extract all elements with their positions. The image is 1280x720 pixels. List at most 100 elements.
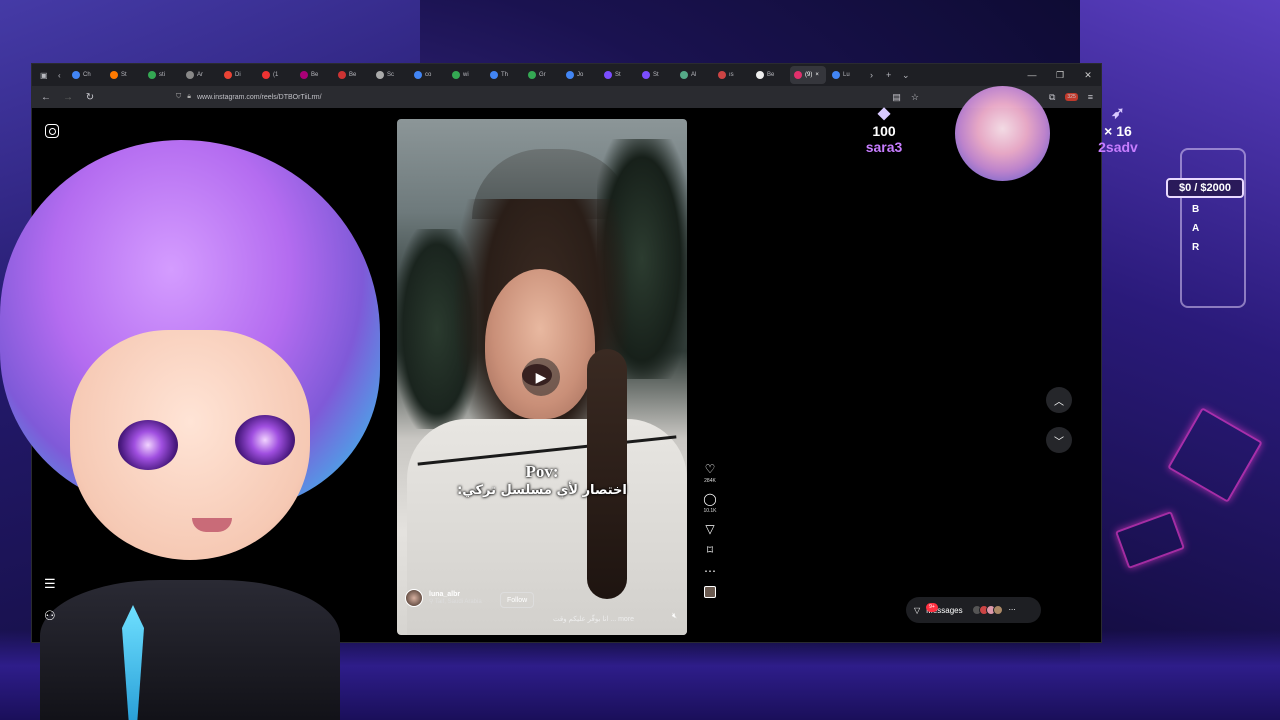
tab-label: Gr — [539, 72, 546, 78]
bookmark-icon[interactable]: ⌑ — [707, 544, 713, 556]
caption-text: اختصار لأي مسلسل تركي: — [457, 483, 627, 498]
tab-favicon-icon — [224, 71, 232, 79]
tab-favicon-icon — [832, 71, 840, 79]
donation-stat-right: ➶ × 16 2sadv — [1088, 103, 1148, 155]
save-action[interactable]: ⌑ — [707, 544, 713, 556]
next-reel-button[interactable]: ﹀ — [1046, 427, 1072, 453]
back-button[interactable]: ← — [40, 92, 52, 103]
messages-button[interactable]: ▽ 9+ Messages ⋯ — [906, 597, 1041, 623]
goal-frame — [1180, 148, 1246, 308]
forward-button[interactable]: → — [62, 92, 74, 103]
browser-tab[interactable]: Be — [296, 66, 332, 84]
reader-view-icon[interactable]: ▤ — [892, 92, 901, 103]
browser-tab[interactable]: St — [106, 66, 142, 84]
like-count: 284K — [704, 478, 716, 484]
reel-video[interactable]: ▶ Pov: اختصار لأي مسلسل تركي: luna_albr … — [397, 119, 687, 635]
play-icon: ▶ — [535, 368, 547, 385]
browser-tab[interactable]: co — [410, 66, 446, 84]
browser-tab[interactable]: (1 — [258, 66, 294, 84]
browser-tab[interactable]: sti — [144, 66, 180, 84]
url-field[interactable]: ⛉ 🔒︎ www.instagram.com/reels/DTBOrTiiLrm… — [176, 93, 322, 101]
author-name[interactable]: luna_albr — [429, 591, 482, 598]
browser-tab[interactable]: Ar — [182, 66, 218, 84]
play-button[interactable]: ▶ — [522, 358, 560, 396]
reload-button[interactable]: ↻ — [84, 92, 96, 103]
tab-favicon-icon — [338, 71, 346, 79]
minimize-button[interactable]: — — [1019, 70, 1045, 80]
tab-favicon-icon — [148, 71, 156, 79]
tab-favicon-icon — [604, 71, 612, 79]
vtuber-body — [40, 580, 340, 720]
vtuber-right-eye — [235, 415, 295, 465]
bookmark-star-icon[interactable]: ☆ — [911, 92, 919, 103]
bar-letter: B — [1192, 204, 1200, 215]
tab-overview-button[interactable]: ▣ — [36, 66, 52, 84]
browser-tab[interactable]: Jo — [562, 66, 598, 84]
tab-favicon-icon — [376, 71, 384, 79]
tab-scroll-right[interactable]: › — [866, 66, 880, 84]
browser-tab[interactable]: Be — [752, 66, 788, 84]
menu-icon[interactable]: ≡ — [1088, 92, 1093, 102]
new-tab-button[interactable]: + — [882, 66, 896, 84]
url-text: www.instagram.com/reels/DTBOrTiiLrm/ — [196, 93, 322, 101]
stat-name: 2sadv — [1098, 139, 1138, 155]
extension-badge[interactable]: 325 — [1065, 93, 1078, 101]
author-location: ⚲ Taif, Saudi Arabia — [429, 598, 482, 605]
author-avatar[interactable] — [405, 589, 423, 607]
location-pin-icon: ⚲ — [429, 599, 434, 605]
browser-tab[interactable]: Lu — [828, 66, 864, 84]
browser-tab[interactable]: Sc — [372, 66, 408, 84]
tab-label: ıs — [729, 72, 734, 78]
previous-reel-button[interactable]: ︿ — [1046, 387, 1072, 413]
comment-icon[interactable]: ◯ — [703, 493, 716, 505]
browser-tab[interactable]: Di — [220, 66, 256, 84]
share-action[interactable]: ▽ — [705, 523, 714, 535]
tab-favicon-icon — [490, 71, 498, 79]
maximize-button[interactable]: ❐ — [1047, 70, 1073, 81]
tab-label: Be — [349, 72, 357, 78]
audio-thumbnail[interactable] — [704, 586, 716, 598]
bar-letter: R — [1192, 242, 1200, 253]
instagram-icon[interactable] — [45, 124, 59, 138]
tab-label: St — [615, 72, 621, 78]
reel-description[interactable]: انا بوقّر عليكم وقت ... more — [553, 615, 634, 623]
browser-tab[interactable]: wi — [448, 66, 484, 84]
more-action[interactable]: ⋯ — [704, 565, 716, 577]
browser-tab[interactable]: St — [638, 66, 674, 84]
tab-label: Ar — [197, 72, 203, 78]
browser-tab[interactable]: Al — [676, 66, 712, 84]
follow-button[interactable]: Follow — [500, 592, 535, 608]
browser-tab[interactable]: Th — [486, 66, 522, 84]
browser-tab[interactable]: Ch — [68, 66, 104, 84]
tab-label: Ch — [83, 72, 91, 78]
browser-tab[interactable]: ıs — [714, 66, 750, 84]
close-tab-icon[interactable]: × — [815, 72, 819, 78]
tab-label: Di — [235, 72, 241, 78]
comment-action[interactable]: ◯ 10.1K — [703, 493, 716, 514]
browser-tab[interactable]: Be — [334, 66, 370, 84]
tab-label: St — [121, 72, 127, 78]
like-action[interactable]: ♡ 284K — [704, 463, 716, 484]
reel-face — [485, 269, 595, 419]
tab-list-icon[interactable]: ⌄ — [898, 66, 914, 84]
tab-label: Al — [691, 72, 697, 78]
browser-tab[interactable]: St — [600, 66, 636, 84]
tab-favicon-icon — [186, 71, 194, 79]
mute-icon[interactable]: 🔇︎ — [672, 611, 677, 621]
more-icon[interactable]: ⋯ — [704, 565, 716, 577]
more-menu-icon[interactable]: ⚇ — [44, 608, 56, 624]
chibi-avatar — [955, 86, 1050, 181]
chevron-down-icon: ﹀ — [1054, 436, 1064, 448]
extensions-icon[interactable]: ⧉ — [1049, 92, 1055, 103]
heart-icon[interactable]: ♡ — [705, 463, 716, 475]
share-icon[interactable]: ▽ — [705, 523, 714, 535]
tab-favicon-icon — [718, 71, 726, 79]
chevron-up-icon: ︿ — [1054, 396, 1064, 408]
close-window-button[interactable]: ✕ — [1075, 70, 1101, 81]
browser-tab[interactable]: (9) × — [790, 66, 826, 84]
browser-tab[interactable]: Gr — [524, 66, 560, 84]
hamburger-menu-icon[interactable]: ☰ — [44, 576, 56, 592]
tab-scroll-left[interactable]: ‹ — [54, 66, 66, 84]
tab-label: Sc — [387, 72, 395, 78]
author-info[interactable]: luna_albr ⚲ Taif, Saudi Arabia — [405, 589, 482, 607]
